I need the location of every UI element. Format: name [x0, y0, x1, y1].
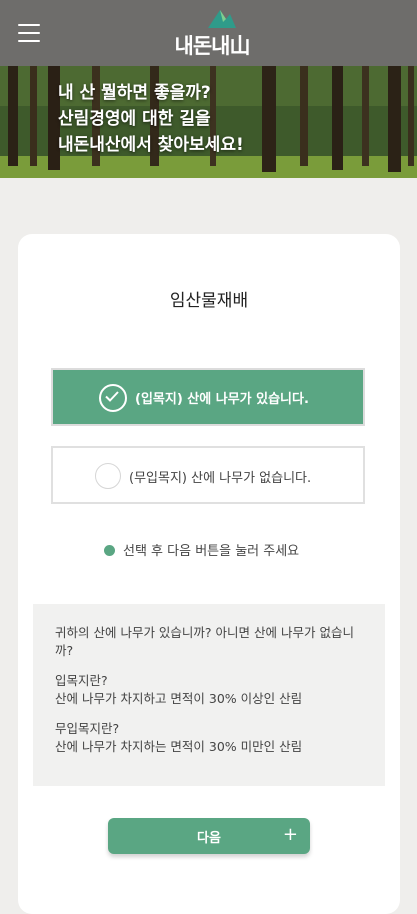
selection-hint: 선택 후 다음 버튼을 눌러 주세요 [104, 540, 299, 559]
info-def-2-body: 산에 나무가 차지하는 면적이 30% 미만인 산림 [55, 739, 303, 754]
next-button-label: 다음 [197, 831, 221, 846]
dot-icon [104, 545, 115, 556]
banner-line-2: 산림경영에 대한 길을 [58, 109, 211, 129]
info-def-1: 입목지란? 산에 나무가 차지하고 면적이 30% 이상인 산림 [55, 672, 365, 708]
forest-banner: 내 산 뭘하면 좋을까? 산림경영에 대한 길을 내돈내산에서 찾아보세요! [0, 66, 417, 178]
option-unforested[interactable]: (무입목지) 산에 나무가 없습니다. [51, 446, 365, 504]
option-unforested-label: (무입목지) 산에 나무가 없습니다. [129, 471, 312, 486]
info-question: 귀하의 산에 나무가 있습니까? 아니면 산에 나무가 없습니까? [55, 625, 354, 658]
mountain-logo-icon [208, 10, 236, 28]
option-forested-label: (입목지) 산에 나무가 있습니다. [135, 392, 309, 407]
banner-line-1: 내 산 뭘하면 좋을까? [58, 83, 211, 103]
check-circle-icon [99, 384, 127, 412]
page-title: 임산물재배 [169, 291, 249, 311]
hamburger-menu-icon[interactable] [18, 24, 40, 42]
hint-text: 선택 후 다음 버튼을 눌러 주세요 [123, 544, 300, 559]
info-def-1-title: 입목지란? [55, 673, 108, 688]
logo-text: 내돈내山 [174, 34, 251, 58]
info-box: 귀하의 산에 나무가 있습니까? 아니면 산에 나무가 없습니까? 입목지란? … [33, 604, 385, 786]
info-def-2-title: 무입목지란? [55, 721, 120, 736]
banner-text: 내 산 뭘하면 좋을까? 산림경영에 대한 길을 내돈내산에서 찾아보세요! [58, 80, 244, 158]
content-card: 임산물재배 (입목지) 산에 나무가 있습니다. (무입목지) 산에 나무가 없… [18, 234, 400, 914]
radio-circle-icon [95, 463, 121, 489]
banner-line-3: 내돈내산에서 찾아보세요! [58, 135, 244, 155]
plus-icon: + [282, 824, 298, 845]
info-def-2: 무입목지란? 산에 나무가 차지하는 면적이 30% 미만인 산림 [55, 720, 365, 756]
logo[interactable]: 내돈내山 [162, 8, 262, 58]
next-button[interactable]: 다음 + [108, 818, 310, 854]
option-forested-selected[interactable]: (입목지) 산에 나무가 있습니다. [51, 368, 365, 426]
app-header: 내돈내山 [0, 0, 417, 66]
info-def-1-body: 산에 나무가 차지하고 면적이 30% 이상인 산림 [55, 691, 303, 706]
